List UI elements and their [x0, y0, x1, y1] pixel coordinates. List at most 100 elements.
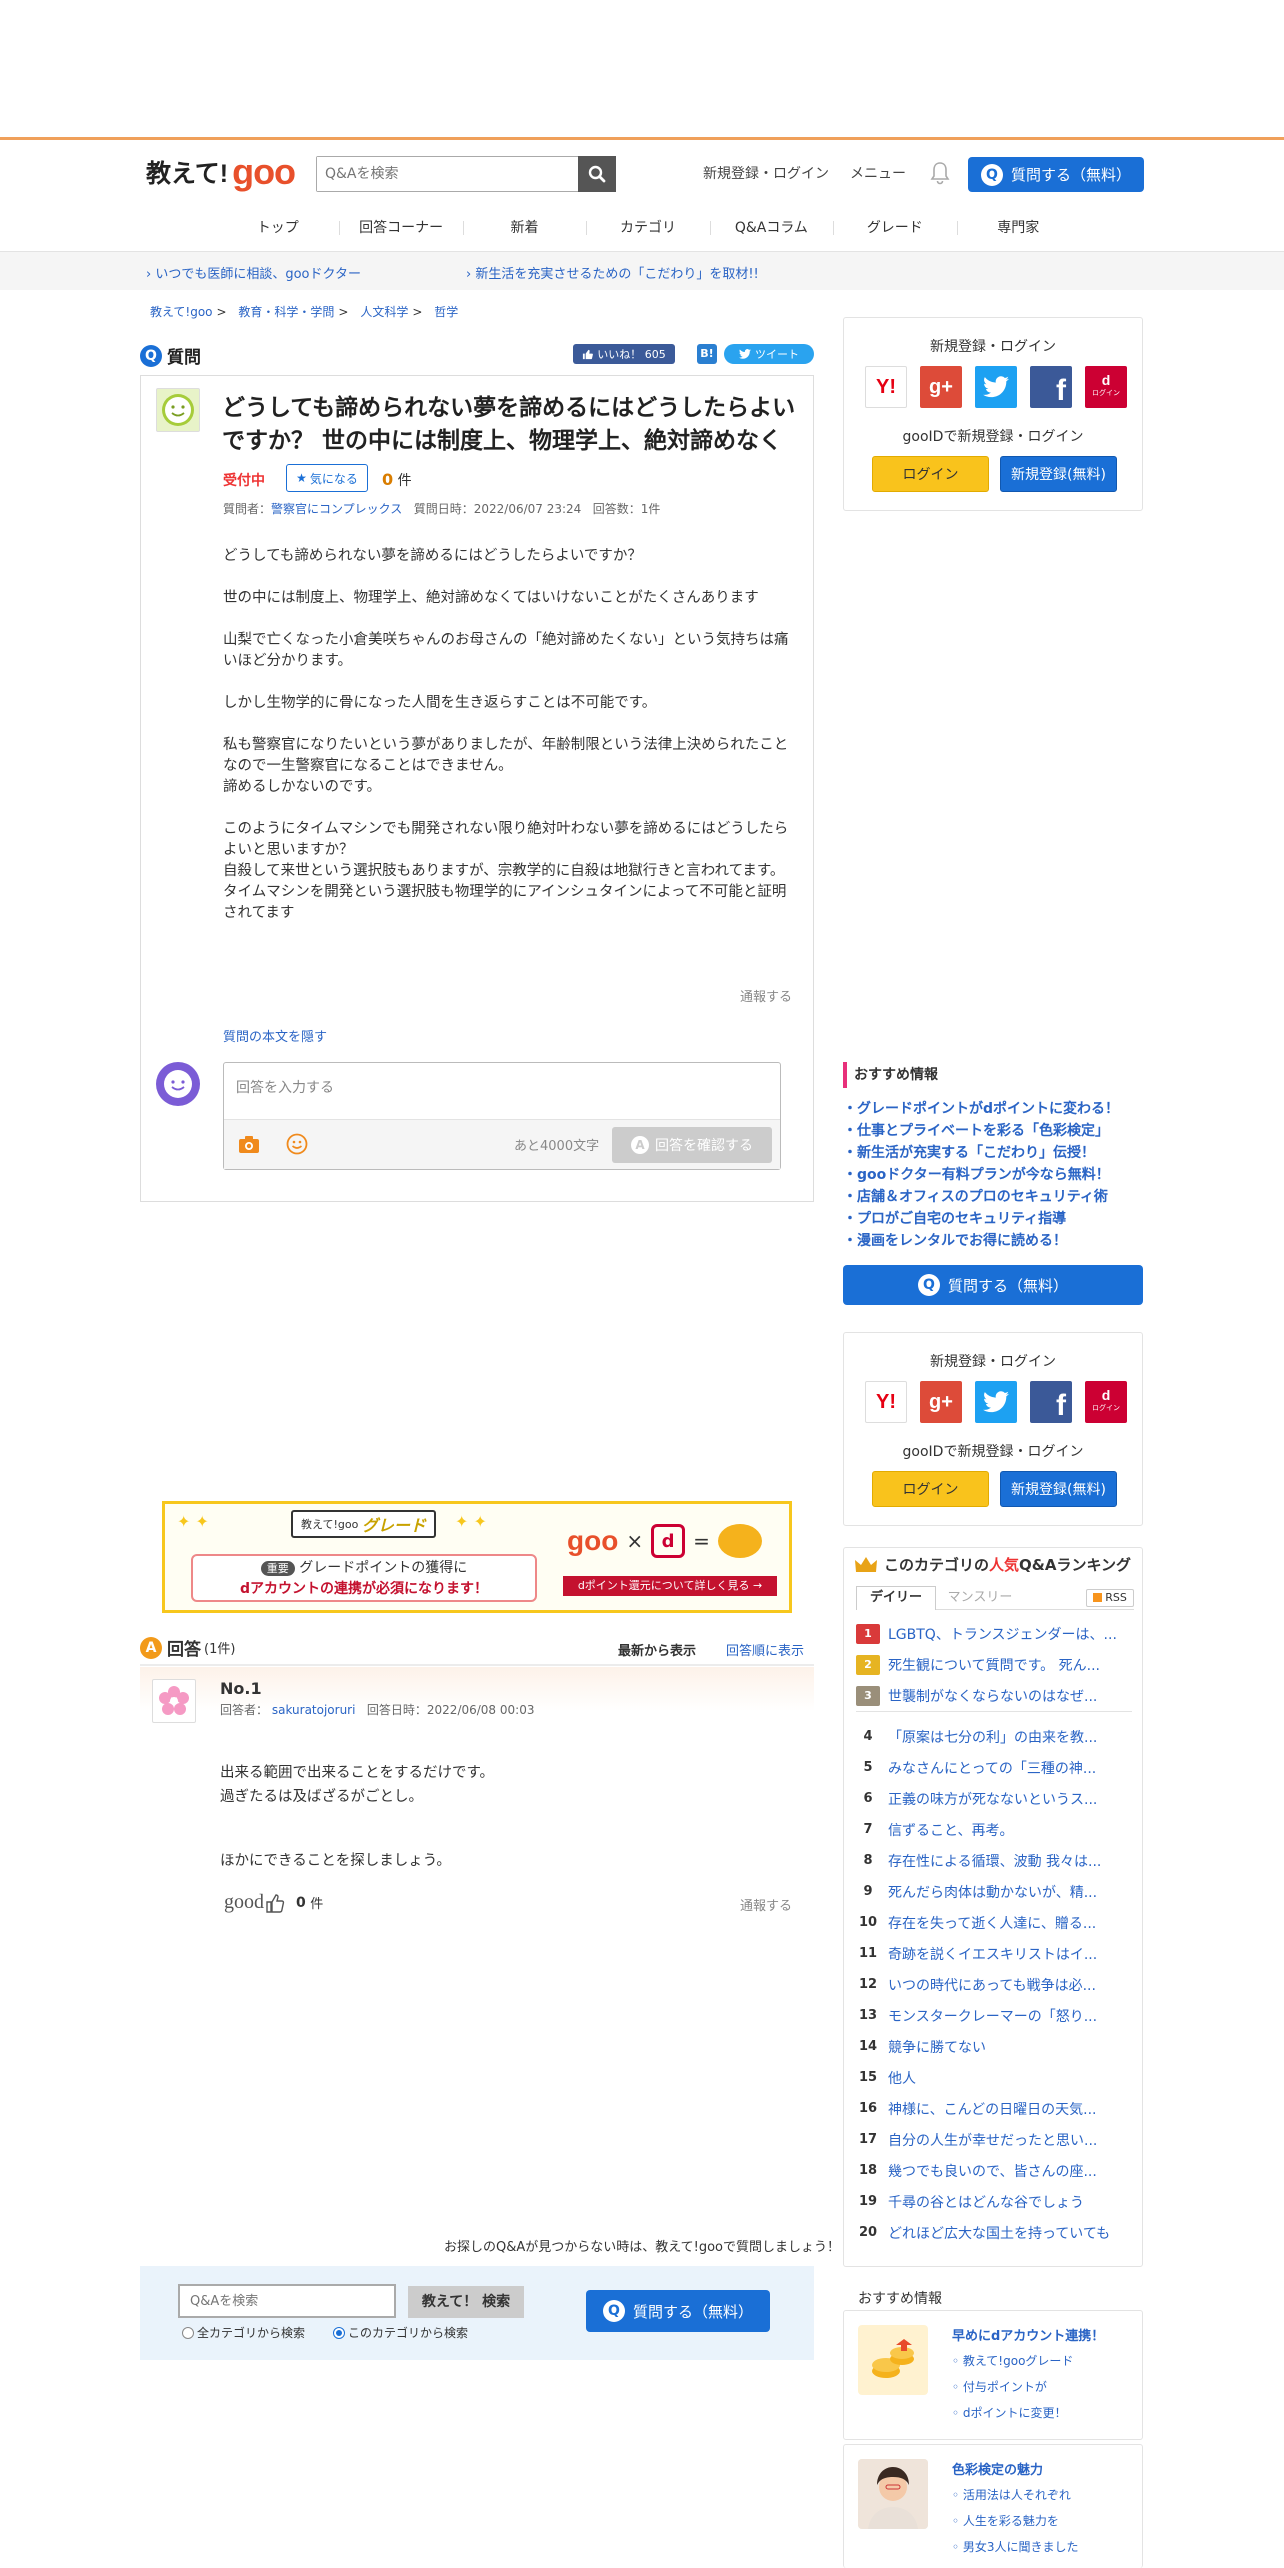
nav-top[interactable]: トップ	[216, 206, 339, 250]
nav-expert[interactable]: 専門家	[956, 206, 1080, 250]
register-login-link[interactable]: 新規登録・ログイン	[703, 163, 829, 183]
bell-icon[interactable]	[928, 160, 952, 186]
google-login-icon[interactable]: g+	[920, 1381, 962, 1423]
camera-icon[interactable]	[238, 1134, 260, 1154]
ranking-link[interactable]: 存在性による循環、波動 我々は...	[888, 1851, 1101, 1871]
tweet-button[interactable]: ツイート	[724, 344, 814, 364]
tile-link[interactable]: 活用法は人それぞれ	[952, 2482, 1079, 2508]
ranking-item[interactable]: 4 「原案は七分の利」の由来を教...	[844, 1721, 1142, 1752]
sort-latest[interactable]: 最新から表示	[618, 1640, 696, 1659]
radio-all-categories[interactable]: 全カテゴリから検索	[182, 2324, 305, 2341]
ranking-link[interactable]: 競争に勝てない	[888, 2037, 986, 2057]
ranking-link[interactable]: LGBTQ、トランスジェンダーは、...	[888, 1624, 1117, 1644]
ranking-item[interactable]: 1 LGBTQ、トランスジェンダーは、...	[844, 1618, 1142, 1649]
search-input[interactable]	[317, 157, 579, 191]
login-button[interactable]: ログイン	[872, 1471, 989, 1507]
ranking-link[interactable]: 「原案は七分の利」の由来を教...	[888, 1727, 1097, 1747]
ranking-link[interactable]: 自分の人生が幸せだったと思い...	[888, 2130, 1097, 2150]
ranking-link[interactable]: 千尋の谷とはどんな谷でしょう	[888, 2192, 1084, 2212]
login-button[interactable]: ログイン	[872, 456, 989, 492]
report-question-link[interactable]: 通報する	[740, 986, 792, 1005]
dpoint-details-button[interactable]: dポイント還元について詳しく見る →	[563, 1576, 777, 1596]
tile-link[interactable]: dポイントに変更！	[952, 2400, 1104, 2426]
nav-grade[interactable]: グレード	[833, 206, 956, 250]
watch-button[interactable]: ★ 気になる	[286, 464, 368, 492]
ranking-item[interactable]: 16 神様に、こんどの日曜日の天気...	[844, 2093, 1142, 2124]
tile-link[interactable]: 教えて!gooグレード	[952, 2348, 1104, 2374]
google-login-icon[interactable]: g+	[920, 366, 962, 408]
ranking-item[interactable]: 7 信ずること、再考。	[844, 1814, 1142, 1845]
responder-link[interactable]: sakuratojoruri	[272, 1703, 356, 1717]
asker-avatar[interactable]	[156, 388, 200, 432]
bottom-search-button[interactable]: 教えて！ 検索	[408, 2286, 524, 2318]
twitter-login-icon[interactable]	[975, 366, 1017, 408]
asker-link[interactable]: 警察官にコンプレックス	[271, 502, 402, 516]
emoji-icon[interactable]	[286, 1133, 308, 1155]
nav-category[interactable]: カテゴリ	[586, 206, 709, 250]
tile-link[interactable]: 付与ポイントが	[952, 2374, 1104, 2400]
site-logo[interactable]: 教えて! goo	[146, 152, 296, 190]
recommended-link[interactable]: 新生活が充実する「こだわり」伝授！	[843, 1142, 1143, 1164]
responder-avatar[interactable]	[152, 1679, 196, 1723]
recommended-link[interactable]: グレードポイントがdポイントに変わる！	[843, 1098, 1143, 1120]
recommended-link[interactable]: プロがご自宅のセキュリティ指導	[843, 1208, 1143, 1230]
ranking-link[interactable]: 正義の味方が死なないというス...	[888, 1789, 1097, 1809]
nav-new[interactable]: 新着	[462, 206, 586, 250]
ranking-link[interactable]: 世襲制がなくならないのはなぜ...	[888, 1686, 1097, 1706]
ranking-item[interactable]: 11 奇跡を説くイエスキリストはイ...	[844, 1938, 1142, 1969]
facebook-login-icon[interactable]: f	[1030, 1381, 1072, 1423]
ranking-item[interactable]: 3 世襲制がなくならないのはなぜ...	[844, 1680, 1142, 1711]
ranking-link[interactable]: 奇跡を説くイエスキリストはイ...	[888, 1944, 1097, 1964]
recommended-link[interactable]: 仕事とプライベートを彩る「色彩検定」	[843, 1120, 1143, 1142]
radio-this-category[interactable]: このカテゴリから検索	[333, 2324, 468, 2341]
ranking-link[interactable]: 存在を失って逝く人達に、贈る...	[888, 1913, 1096, 1933]
recommended-link[interactable]: gooドクター有料プランが今なら無料！	[843, 1164, 1143, 1186]
docomo-login-icon[interactable]: d ログイン	[1085, 366, 1127, 408]
ranking-item[interactable]: 15 他人	[844, 2062, 1142, 2093]
sidebar-ask-button[interactable]: Q 質問する（無料）	[843, 1265, 1143, 1305]
recommended-link[interactable]: 漫画をレンタルでお得に読める！	[843, 1230, 1143, 1252]
yahoo-login-icon[interactable]: Y!	[865, 1381, 907, 1423]
tile-link[interactable]: 男女3人に聞きました	[952, 2534, 1079, 2560]
ranking-item[interactable]: 10 存在を失って逝く人達に、贈る...	[844, 1907, 1142, 1938]
docomo-login-icon[interactable]: d ログイン	[1085, 1381, 1127, 1423]
ranking-link[interactable]: みなさんにとっての「三種の神...	[888, 1758, 1096, 1778]
ranking-item[interactable]: 17 自分の人生が幸せだったと思い...	[844, 2124, 1142, 2155]
facebook-like-button[interactable]: いいね！ 605	[573, 344, 675, 364]
recommended-link[interactable]: 店舗＆オフィスのプロのセキュリティ術	[843, 1186, 1143, 1208]
ranking-link[interactable]: 他人	[888, 2068, 916, 2088]
ranking-item[interactable]: 8 存在性による循環、波動 我々は...	[844, 1845, 1142, 1876]
tab-monthly[interactable]: マンスリー	[940, 1586, 1020, 1610]
answer-input[interactable]: 回答を入力する あと4000文字 A 回答を確認する	[223, 1062, 781, 1170]
breadcrumb-item[interactable]: 教えて!goo	[150, 305, 213, 319]
search-button[interactable]	[578, 156, 616, 192]
ranking-link[interactable]: モンスタークレーマーの「怒り...	[888, 2006, 1097, 2026]
promo-link-doctor[interactable]: › いつでも医師に相談、gooドクター	[146, 263, 361, 282]
rss-button[interactable]: RSS	[1086, 1589, 1134, 1607]
ranking-item[interactable]: 5 みなさんにとっての「三種の神...	[844, 1752, 1142, 1783]
recommend-tile[interactable]: 色彩検定の魅力 活用法は人それぞれ 人生を彩る魅力を 男女3人に聞きました	[843, 2444, 1143, 2568]
promo-link-kodawari[interactable]: › 新生活を充実させるための「こだわり」を取材!!	[466, 263, 759, 282]
bottom-search-input[interactable]	[178, 2284, 396, 2318]
facebook-login-icon[interactable]: f	[1030, 366, 1072, 408]
tile-link[interactable]: 人生を彩る魅力を	[952, 2508, 1079, 2534]
register-button[interactable]: 新規登録(無料)	[1000, 1471, 1117, 1507]
ranking-item[interactable]: 18 幾つでも良いので、皆さんの座...	[844, 2155, 1142, 2186]
grade-dpoint-banner[interactable]: ✦ ✦ 教えて!goo グレード ✦ ✦ 重要 グレードポイントの獲得に dアカ…	[162, 1501, 792, 1613]
register-button[interactable]: 新規登録(無料)	[1000, 456, 1117, 492]
ask-question-button[interactable]: Q 質問する（無料）	[968, 157, 1144, 192]
ranking-link[interactable]: 死生観について質問です。 死ん...	[888, 1655, 1100, 1675]
breadcrumb-item[interactable]: 人文科学	[360, 305, 408, 319]
ranking-link[interactable]: いつの時代にあっても戦争は必...	[888, 1975, 1096, 1995]
tab-daily[interactable]: デイリー	[856, 1586, 936, 1610]
ranking-link[interactable]: 死んだら肉体は動かないが、精...	[888, 1882, 1097, 1902]
ranking-item[interactable]: 2 死生観について質問です。 死ん...	[844, 1649, 1142, 1680]
breadcrumb-item[interactable]: 哲学	[434, 305, 458, 319]
report-answer-link[interactable]: 通報する	[740, 1895, 792, 1914]
ranking-item[interactable]: 6 正義の味方が死なないというス...	[844, 1783, 1142, 1814]
ranking-link[interactable]: 幾つでも良いので、皆さんの座...	[888, 2161, 1097, 2181]
ranking-link[interactable]: 神様に、こんどの日曜日の天気...	[888, 2099, 1097, 2119]
nav-column[interactable]: Q&Aコラム	[709, 206, 833, 250]
good-button[interactable]: good 0 件	[224, 1891, 323, 1914]
ranking-item[interactable]: 19 千尋の谷とはどんな谷でしょう	[844, 2186, 1142, 2217]
